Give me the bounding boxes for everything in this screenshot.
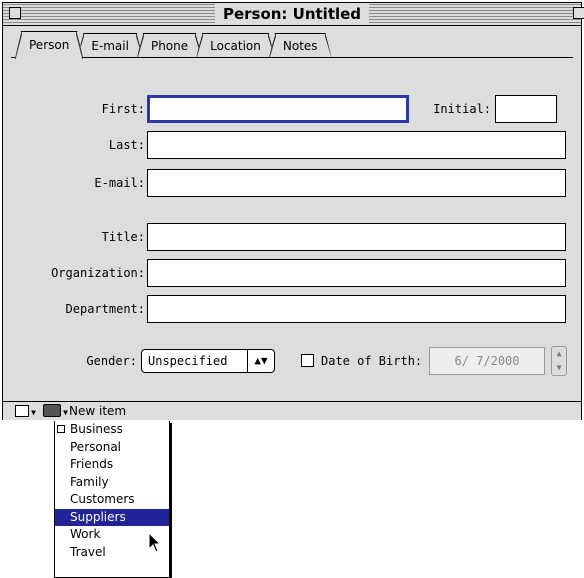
dob-label: Date of Birth: — [321, 354, 423, 368]
checkbox-icon — [57, 425, 65, 433]
menu-item-label: Family — [70, 474, 109, 489]
menu-item-label: Business — [70, 422, 123, 436]
title-field[interactable] — [147, 223, 566, 251]
dob-checkbox[interactable] — [301, 354, 314, 367]
menu-item-label: Work — [70, 527, 101, 541]
department-field[interactable] — [147, 295, 566, 323]
calendar-icon[interactable]: ▼ — [15, 405, 36, 417]
gender-popup[interactable]: Unspecified ▲▼ — [141, 349, 275, 373]
menu-item-suppliers[interactable]: Suppliers — [55, 508, 169, 526]
gender-popup-value: Unspecified — [148, 354, 228, 368]
stepper-up-icon[interactable]: ▲ — [552, 347, 566, 361]
category-menu: Business Personal Friends Family Custome… — [54, 421, 170, 578]
email-field[interactable] — [147, 169, 566, 197]
menu-item-label: Personal — [70, 439, 122, 454]
menu-item-family[interactable]: Family — [55, 474, 169, 492]
zoom-box[interactable] — [573, 7, 584, 19]
caret-down-icon: ▼ — [63, 408, 68, 417]
close-box[interactable] — [9, 7, 21, 19]
initial-field[interactable] — [495, 95, 557, 123]
dob-stepper[interactable]: ▲ ▼ — [551, 346, 567, 376]
menu-item-label: Customers — [70, 492, 135, 506]
organization-label: Organization: — [51, 266, 145, 280]
last-label: Last: — [108, 138, 145, 152]
tab-phone[interactable]: Phone — [137, 33, 202, 58]
mouse-pointer-icon — [148, 532, 162, 553]
bottom-bar: ▼ ▼ New item — [3, 401, 581, 420]
first-name-field[interactable] — [147, 95, 409, 123]
caret-down-icon: ▼ — [31, 408, 36, 417]
person-window: Person: Untitled Person E-mail Phone Loc… — [2, 2, 584, 420]
updown-arrows-icon: ▲▼ — [247, 350, 274, 372]
menu-item-friends[interactable]: Friends — [55, 456, 169, 474]
tab-notes[interactable]: Notes — [269, 33, 332, 58]
initial-label: Initial: — [433, 102, 491, 116]
menu-item-business[interactable]: Business — [55, 421, 169, 439]
title-label: Title: — [101, 230, 145, 244]
department-label: Department: — [65, 302, 145, 316]
menu-item-customers[interactable]: Customers — [55, 491, 169, 509]
first-label: First: — [101, 102, 145, 116]
stepper-down-icon[interactable]: ▼ — [552, 361, 566, 375]
menu-item-label: Travel — [70, 544, 106, 559]
title-bar[interactable]: Person: Untitled — [3, 3, 584, 26]
last-name-field[interactable] — [147, 131, 566, 159]
category-icon[interactable]: ▼ — [43, 404, 68, 417]
tab-email[interactable]: E-mail — [77, 33, 143, 58]
tab-bar: Person E-mail Phone Location Notes — [15, 29, 326, 57]
gender-label: Gender: — [86, 354, 137, 368]
menu-item-label: Friends — [70, 457, 114, 471]
organization-field[interactable] — [147, 259, 566, 287]
status-text: New item — [69, 404, 127, 418]
email-label: E-mail: — [94, 176, 145, 190]
tab-person[interactable]: Person — [15, 31, 83, 59]
tab-divider — [11, 57, 573, 58]
window-title: Person: Untitled — [214, 3, 370, 25]
dob-field[interactable]: 6/ 7/2000 — [429, 347, 545, 375]
tab-location[interactable]: Location — [196, 33, 275, 58]
menu-item-personal[interactable]: Personal — [55, 439, 169, 457]
menu-item-label: Suppliers — [70, 509, 126, 524]
